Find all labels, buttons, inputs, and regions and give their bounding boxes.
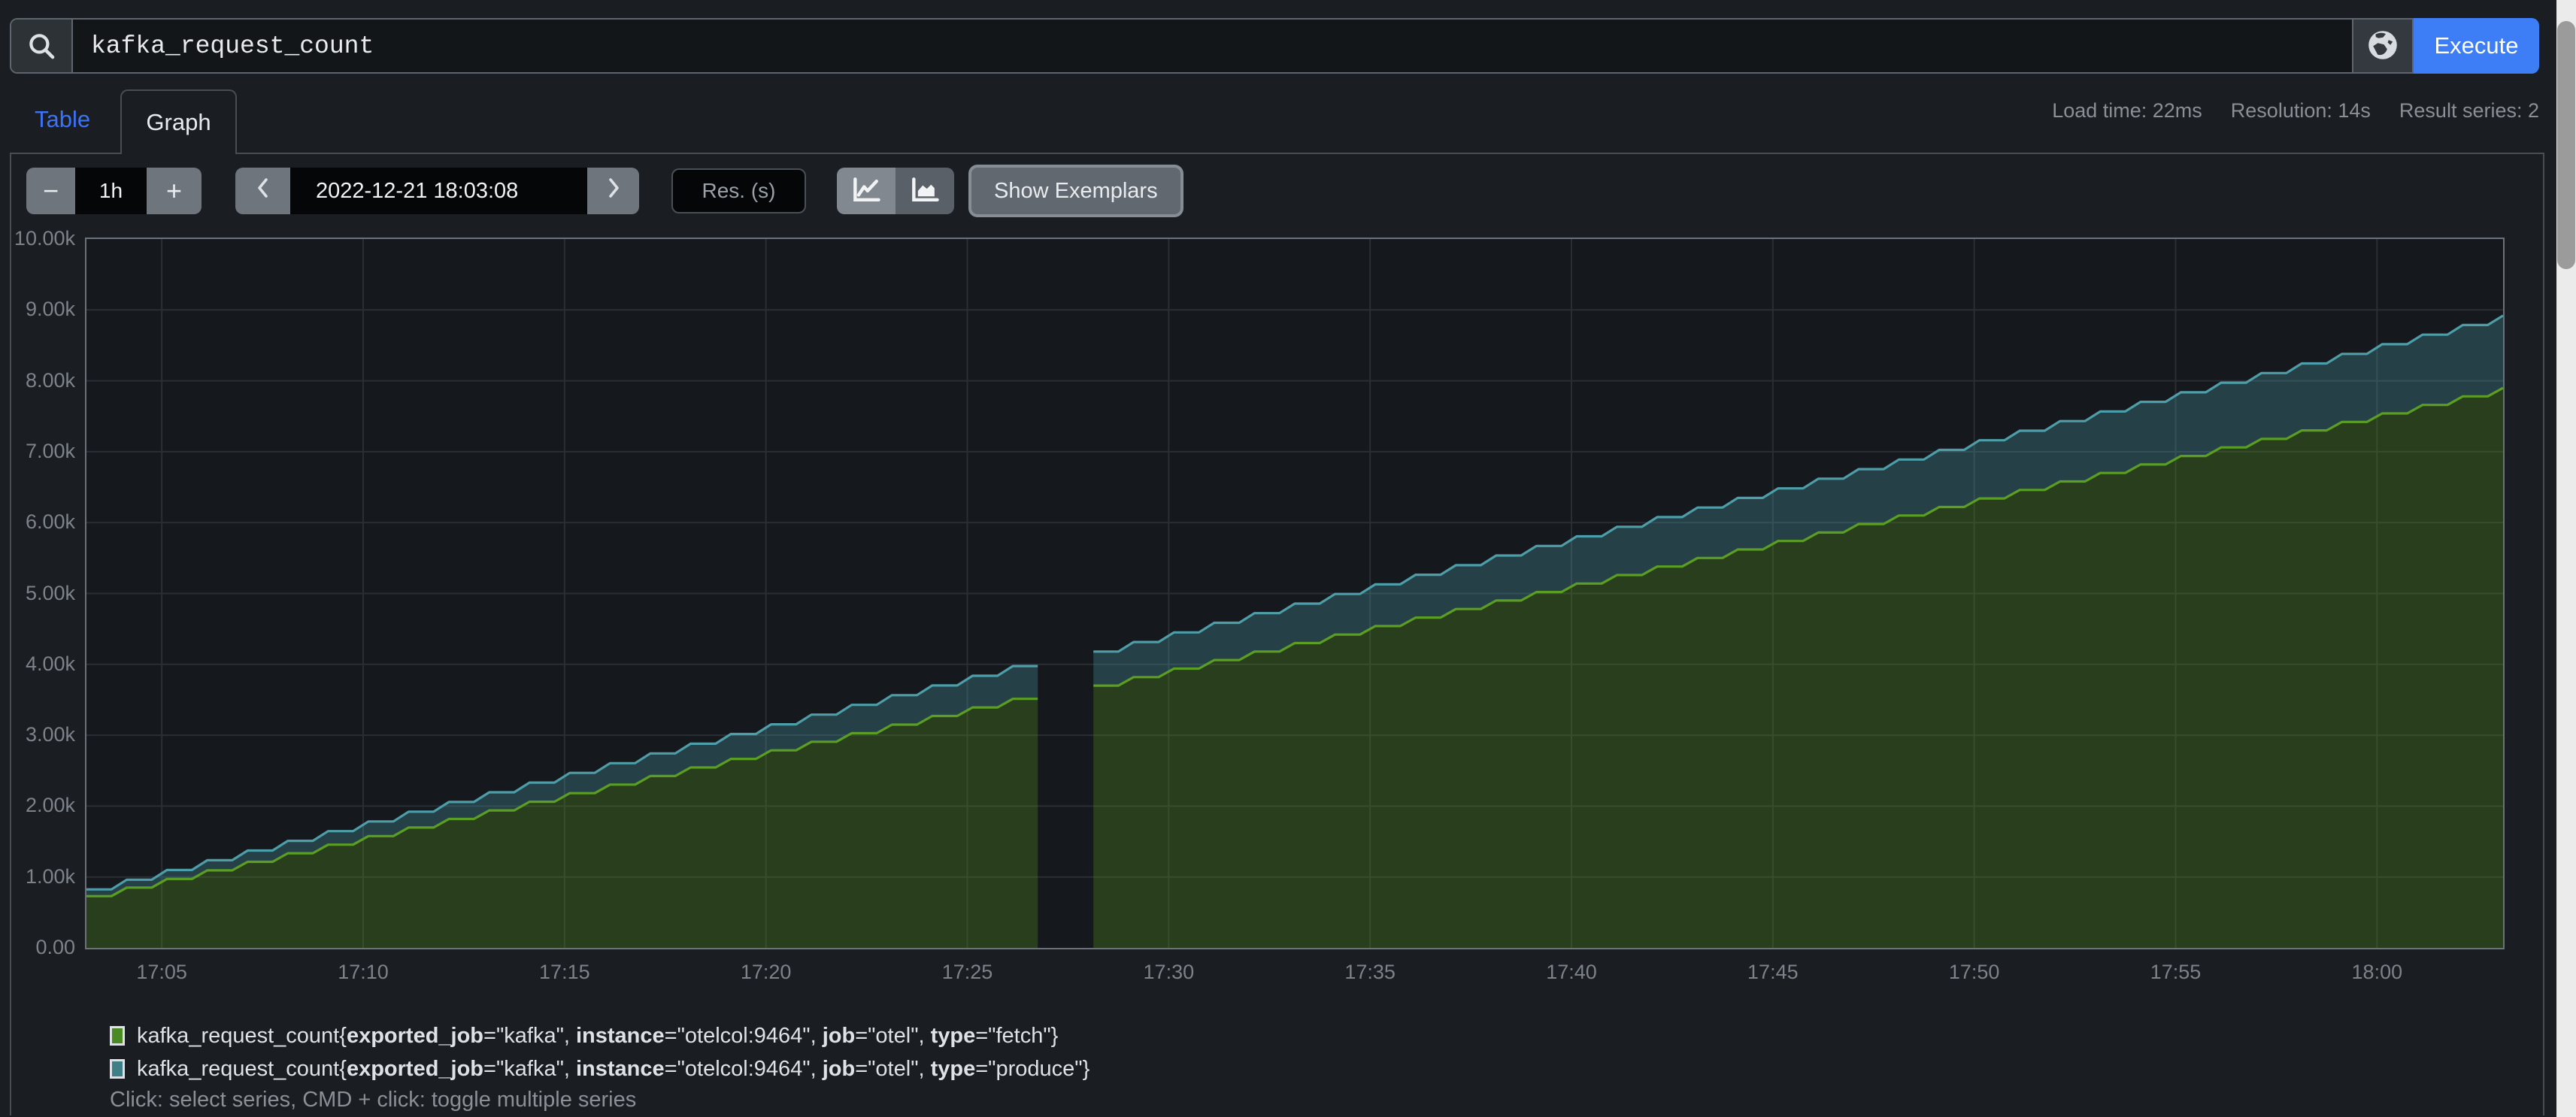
y-tick-label: 9.00k	[0, 298, 75, 321]
tab-table[interactable]: Table	[35, 106, 90, 133]
stacked-chart-button[interactable]	[896, 168, 954, 214]
end-time-control: ×	[235, 168, 639, 214]
legend-swatch	[110, 1059, 125, 1079]
y-tick-label: 5.00k	[0, 582, 75, 605]
scrollbar-thumb[interactable]	[2557, 21, 2575, 269]
y-tick-label: 8.00k	[0, 369, 75, 392]
query-stats: Load time: 22ms Resolution: 14s Result s…	[2052, 99, 2539, 123]
result-series: Result series: 2	[2399, 99, 2539, 123]
legend-series-label: kafka_request_count{exported_job="kafka"…	[137, 1057, 1089, 1082]
y-tick-label: 6.00k	[0, 510, 75, 534]
x-tick-label: 17:10	[338, 961, 389, 984]
chevron-left-icon	[253, 173, 273, 210]
y-tick-label: 7.00k	[0, 440, 75, 463]
legend-series-label: kafka_request_count{exported_job="kafka"…	[137, 1024, 1058, 1049]
duration-control: − +	[26, 168, 202, 214]
x-tick-label: 17:05	[136, 961, 187, 984]
execute-button[interactable]: Execute	[2414, 18, 2539, 74]
x-tick-label: 17:45	[1747, 961, 1799, 984]
x-tick-label: 17:50	[1949, 961, 2000, 984]
back-in-time-button[interactable]	[235, 168, 290, 214]
range-input[interactable]	[75, 168, 147, 214]
query-input[interactable]	[73, 20, 2352, 72]
line-chart-button[interactable]	[837, 168, 896, 214]
x-tick-label: 17:40	[1546, 961, 1597, 984]
y-tick-label: 10.00k	[0, 227, 75, 250]
legend-swatch	[110, 1026, 125, 1046]
chart-plot-area[interactable]	[85, 238, 2505, 949]
x-tick-label: 17:20	[741, 961, 792, 984]
x-tick-label: 17:55	[2150, 961, 2202, 984]
end-time-box: ×	[290, 168, 587, 214]
search-icon	[11, 20, 73, 72]
y-tick-label: 3.00k	[0, 723, 75, 746]
series-area-fetch	[86, 699, 1038, 948]
page-scrollbar[interactable]	[2556, 0, 2576, 1117]
y-tick-label: 4.00k	[0, 652, 75, 676]
y-tick-label: 1.00k	[0, 865, 75, 888]
line-chart-icon	[850, 174, 883, 209]
series-area-fetch	[1093, 388, 2503, 948]
decrease-range-button[interactable]: −	[26, 168, 75, 214]
increase-range-button[interactable]: +	[147, 168, 202, 214]
tab-graph[interactable]: Graph	[120, 89, 237, 154]
x-tick-label: 18:00	[2352, 961, 2403, 984]
x-tick-label: 17:35	[1344, 961, 1396, 984]
forward-in-time-button[interactable]	[587, 168, 639, 214]
legend: kafka_request_count{exported_job="kafka"…	[110, 1019, 1089, 1085]
legend-item[interactable]: kafka_request_count{exported_job="kafka"…	[110, 1019, 1089, 1052]
y-tick-label: 2.00k	[0, 794, 75, 817]
chart-type-toggle	[837, 168, 954, 214]
chart-svg	[86, 239, 2503, 948]
resolution-input[interactable]	[671, 168, 806, 213]
end-time-input[interactable]	[290, 179, 599, 204]
stacked-chart-icon	[908, 174, 941, 209]
globe-clock-icon	[2365, 27, 2401, 65]
x-tick-label: 17:30	[1144, 961, 1195, 984]
x-tick-label: 17:15	[539, 961, 590, 984]
show-exemplars-button[interactable]: Show Exemplars	[968, 165, 1183, 217]
legend-item[interactable]: kafka_request_count{exported_job="kafka"…	[110, 1052, 1089, 1085]
chevron-right-icon	[604, 173, 623, 210]
y-tick-label: 0.00	[0, 936, 75, 959]
legend-hint: Click: select series, CMD + click: toggl…	[110, 1088, 636, 1112]
query-input-group	[10, 18, 2414, 74]
load-time: Load time: 22ms	[2052, 99, 2202, 123]
local-time-button[interactable]	[2352, 20, 2412, 72]
resolution: Resolution: 14s	[2231, 99, 2371, 123]
x-tick-label: 17:25	[942, 961, 993, 984]
